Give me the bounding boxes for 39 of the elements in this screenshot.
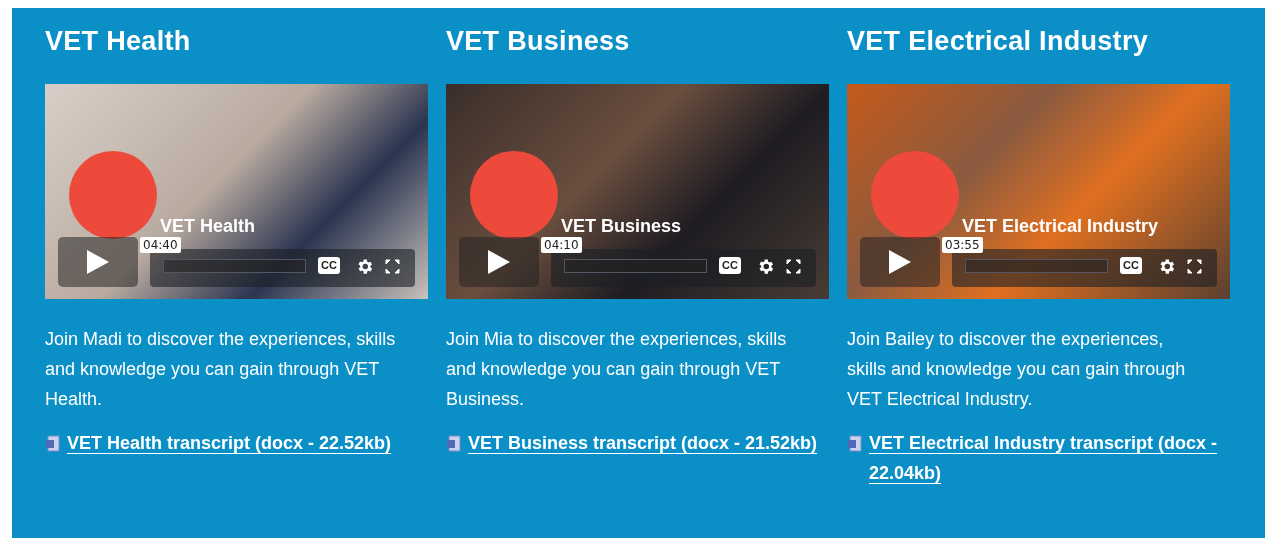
- play-icon: [889, 250, 911, 274]
- play-button[interactable]: [860, 237, 940, 287]
- video-description: Join Bailey to discover the experiences, skills and knowledge you can gain through VET Electrical Industry.: [847, 328, 1187, 411]
- section-heading: VET Health: [45, 28, 191, 58]
- badge-icon: [869, 149, 961, 241]
- transcript-link[interactable]: VET Electrical Industry transcript (docx - 22.04kb): [869, 428, 1230, 488]
- play-icon: [488, 250, 510, 274]
- video-description: Join Mia to discover the experiences, skills and knowledge you can gain through VET Business.: [446, 328, 788, 411]
- document-icon: [446, 435, 462, 453]
- play-icon: [87, 250, 109, 274]
- fullscreen-icon[interactable]: [786, 259, 801, 274]
- captions-button[interactable]: CC: [1120, 257, 1142, 274]
- badge-icon: [67, 149, 159, 241]
- duration-tooltip: 04:10: [541, 237, 582, 253]
- play-button[interactable]: [58, 237, 138, 287]
- progress-track[interactable]: [965, 259, 1108, 273]
- fullscreen-icon[interactable]: [385, 259, 400, 274]
- section-heading: VET Electrical Industry: [847, 28, 1148, 58]
- duration-tooltip: 03:55: [942, 237, 983, 253]
- play-button[interactable]: [459, 237, 539, 287]
- duration-tooltip: 04:40: [140, 237, 181, 253]
- captions-button[interactable]: CC: [719, 257, 741, 274]
- badge-icon: [468, 149, 560, 241]
- fullscreen-icon[interactable]: [1187, 259, 1202, 274]
- section-heading: VET Business: [446, 28, 630, 58]
- captions-button[interactable]: CC: [318, 257, 340, 274]
- video-title: VET Business: [561, 217, 682, 235]
- video-player[interactable]: VET Health 04:40 CC: [45, 84, 428, 299]
- document-icon: [847, 435, 863, 453]
- video-player[interactable]: VET Business 04:10 CC: [446, 84, 829, 299]
- video-description: Join Madi to discover the experiences, skills and knowledge you can gain through VET Health.: [45, 328, 397, 411]
- video-title: VET Electrical Industry: [962, 217, 1159, 235]
- video-player[interactable]: VET Electrical Industry 03:55 CC: [847, 84, 1230, 299]
- transcript-link[interactable]: VET Business transcript (docx - 21.52kb): [468, 428, 818, 458]
- transcript-link[interactable]: VET Health transcript (docx - 22.52kb): [67, 428, 392, 458]
- video-title: VET Health: [160, 217, 256, 235]
- progress-track[interactable]: [564, 259, 707, 273]
- progress-track[interactable]: [163, 259, 306, 273]
- document-icon: [45, 435, 61, 453]
